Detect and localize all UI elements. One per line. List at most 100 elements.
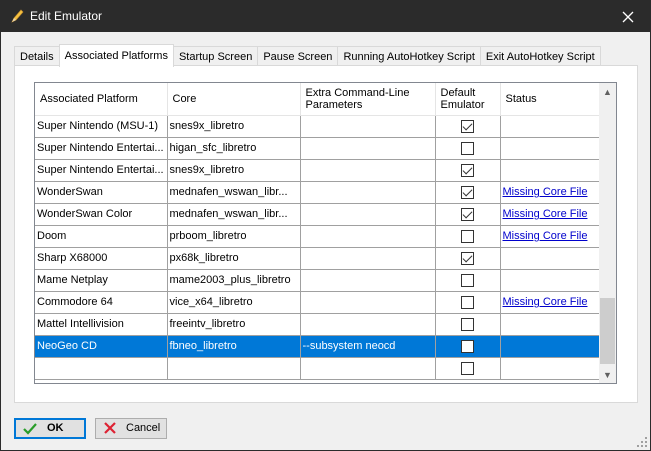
default-emulator-checkbox[interactable] [461, 339, 474, 353]
platforms-grid[interactable]: Associated Platform Core Extra Command-Lin… [34, 82, 617, 384]
column-header[interactable]: Associated Platform [35, 83, 168, 116]
cell-params[interactable] [300, 137, 436, 160]
cell-core[interactable]: freeintv_libretro [167, 313, 301, 336]
scroll-down-icon[interactable]: ▼ [599, 366, 616, 383]
default-emulator-checkbox[interactable] [461, 185, 474, 199]
default-emulator-checkbox[interactable] [461, 163, 474, 177]
default-emulator-checkbox[interactable] [461, 317, 474, 331]
cell-status [500, 269, 601, 292]
table-row[interactable]: Mame Netplay mame2003_plus_libretro [35, 269, 601, 292]
default-emulator-checkbox[interactable] [461, 295, 474, 309]
cell-core[interactable]: vice_x64_libretro [167, 291, 301, 314]
cell-default [435, 269, 501, 292]
cell-default [435, 335, 501, 358]
tab-associated-platforms[interactable]: Associated Platforms [58, 44, 174, 67]
cell-params[interactable] [300, 115, 436, 138]
cell-status [500, 115, 601, 138]
tab-startup-screen[interactable]: Startup Screen [172, 46, 259, 67]
scroll-up-icon[interactable]: ▲ [599, 83, 616, 100]
cell-params[interactable] [300, 269, 436, 292]
cell-params[interactable] [300, 159, 436, 182]
default-emulator-checkbox[interactable] [461, 273, 474, 287]
cell-default [435, 115, 501, 138]
default-emulator-checkbox[interactable] [461, 251, 474, 265]
cell-default [435, 203, 501, 226]
table-row[interactable]: WonderSwan mednafen_wswan_libr... Missing … [35, 181, 601, 204]
cell-params[interactable] [300, 357, 436, 380]
column-header[interactable]: Core [167, 83, 301, 116]
table-row[interactable]: Super Nintendo Entertai... snes9x_libretr… [35, 159, 601, 182]
window-title: Edit Emulator [30, 9, 103, 23]
cell-core[interactable]: higan_sfc_libretro [167, 137, 301, 160]
cell-status [500, 137, 601, 160]
ok-button[interactable]: OK [14, 418, 86, 439]
close-button[interactable] [606, 1, 650, 32]
cell-core[interactable]: fbneo_libretro [167, 335, 301, 358]
tab-pause-screen[interactable]: Pause Screen [257, 46, 339, 67]
cell-core[interactable]: snes9x_libretro [167, 159, 301, 182]
missing-core-file-link[interactable]: Missing Core File [503, 296, 588, 308]
cell-platform[interactable]: WonderSwan [35, 181, 168, 204]
cell-params[interactable] [300, 203, 436, 226]
cell-core[interactable]: prboom_libretro [167, 225, 301, 248]
table-row[interactable]: WonderSwan Color mednafen_wswan_libr... Mi… [35, 203, 601, 226]
cell-params[interactable] [300, 225, 436, 248]
cell-platform[interactable]: Mame Netplay [35, 269, 168, 292]
cell-status: Missing Core File [500, 225, 601, 248]
cell-platform[interactable]: Mattel Intellivision [35, 313, 168, 336]
cell-platform[interactable]: Super Nintendo Entertai... [35, 159, 168, 182]
cell-params[interactable] [300, 247, 436, 270]
table-row[interactable]: Super Nintendo (MSU-1) snes9x_libretro [35, 115, 601, 138]
cell-core[interactable] [167, 357, 301, 380]
cell-core[interactable]: mednafen_wswan_libr... [167, 203, 301, 226]
cell-status [500, 313, 601, 336]
cell-platform[interactable]: NeoGeo CD [35, 335, 168, 358]
resize-grip-icon[interactable] [636, 436, 648, 448]
cell-core[interactable]: mame2003_plus_libretro [167, 269, 301, 292]
cell-default [435, 159, 501, 182]
table-row[interactable] [35, 357, 601, 380]
missing-core-file-link[interactable]: Missing Core File [503, 208, 588, 220]
column-header[interactable]: Default Emulator [435, 83, 501, 116]
column-header[interactable]: Status [500, 83, 601, 116]
vertical-scrollbar[interactable]: ▲ ▼ [599, 83, 616, 383]
default-emulator-checkbox[interactable] [461, 119, 474, 133]
cell-platform[interactable]: Super Nintendo (MSU-1) [35, 115, 168, 138]
cell-params[interactable] [300, 291, 436, 314]
edit-emulator-window: Edit Emulator Details Associated Platform… [0, 0, 651, 451]
missing-core-file-link[interactable]: Missing Core File [503, 186, 588, 198]
table-row[interactable]: Mattel Intellivision freeintv_libretro [35, 313, 601, 336]
cell-platform[interactable]: WonderSwan Color [35, 203, 168, 226]
table-row[interactable]: Sharp X68000 px68k_libretro [35, 247, 601, 270]
cell-platform[interactable]: Doom [35, 225, 168, 248]
cell-core[interactable]: px68k_libretro [167, 247, 301, 270]
column-header[interactable]: Extra Command-Line Parameters [300, 83, 436, 116]
default-emulator-checkbox[interactable] [461, 207, 474, 221]
default-emulator-checkbox[interactable] [461, 141, 474, 155]
cell-platform[interactable]: Sharp X68000 [35, 247, 168, 270]
tab-details[interactable]: Details [14, 46, 60, 67]
tab-exit-autohotkey-script[interactable]: Exit AutoHotkey Script [479, 46, 601, 67]
table-row[interactable]: NeoGeo CD fbneo_libretro --subsystem neocd [35, 335, 601, 358]
cell-params[interactable]: --subsystem neocd [300, 335, 436, 358]
checkmark-icon [23, 423, 37, 435]
table-row[interactable]: Commodore 64 vice_x64_libretro Missing Cor… [35, 291, 601, 314]
tab-running-autohotkey-script[interactable]: Running AutoHotkey Script [337, 46, 481, 67]
cell-params[interactable] [300, 181, 436, 204]
cancel-button[interactable]: Cancel [95, 418, 167, 439]
title-bar[interactable]: Edit Emulator [1, 1, 650, 32]
cell-core[interactable]: snes9x_libretro [167, 115, 301, 138]
missing-core-file-link[interactable]: Missing Core File [503, 230, 588, 242]
cell-params[interactable] [300, 313, 436, 336]
default-emulator-checkbox[interactable] [461, 229, 474, 243]
cell-platform[interactable] [35, 357, 168, 380]
table-row[interactable]: Doom prboom_libretro Missing Core File [35, 225, 601, 248]
cell-platform[interactable]: Commodore 64 [35, 291, 168, 314]
table-row[interactable]: Super Nintendo Entertai... higan_sfc_libr… [35, 137, 601, 160]
scrollbar-thumb[interactable] [600, 298, 615, 364]
default-emulator-checkbox[interactable] [461, 361, 474, 375]
cell-core[interactable]: mednafen_wswan_libr... [167, 181, 301, 204]
cell-default [435, 313, 501, 336]
cell-platform[interactable]: Super Nintendo Entertai... [35, 137, 168, 160]
cell-default [435, 357, 501, 380]
